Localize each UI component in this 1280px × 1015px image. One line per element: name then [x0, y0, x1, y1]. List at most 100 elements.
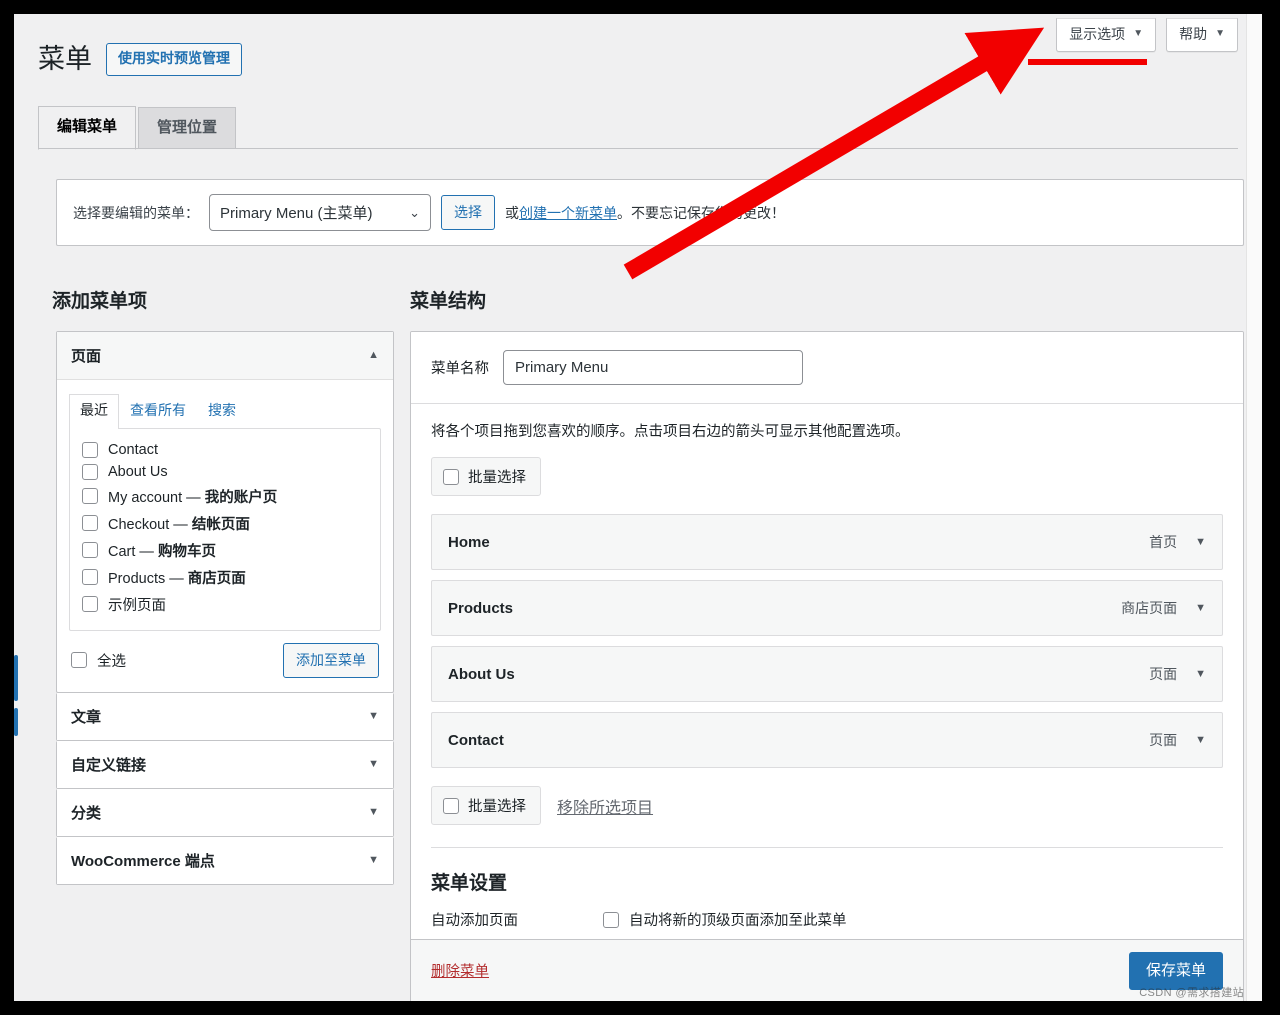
chevron-down-icon[interactable]: ▼: [1195, 602, 1206, 614]
woocommerce-endpoints-panel-header[interactable]: WooCommerce 端点 ▼: [57, 836, 393, 884]
chevron-up-icon[interactable]: ▲: [368, 350, 379, 361]
show-options-button[interactable]: 显示选项 ▼: [1056, 18, 1157, 52]
menu-item-row[interactable]: About Us 页面 ▼: [431, 646, 1223, 702]
menu-select-value: Primary Menu (主菜单): [220, 205, 373, 222]
page-checkbox[interactable]: [82, 515, 98, 532]
manage-with-live-preview-button[interactable]: 使用实时预览管理: [106, 43, 242, 76]
menu-structure-panel: 菜单名称 将各个项目拖到您喜欢的顺序。点击项目右边的箭头可显示其他配置选项。 批…: [410, 331, 1244, 959]
create-new-menu-link[interactable]: 创建一个新菜单: [519, 205, 617, 221]
menu-name-input[interactable]: [503, 350, 803, 385]
menu-item-row[interactable]: Contact 页面 ▼: [431, 712, 1223, 768]
pages-tab-view-all[interactable]: 查看所有: [119, 394, 197, 428]
chevron-down-icon[interactable]: ▼: [1195, 536, 1206, 548]
tab-divider: [38, 148, 1238, 149]
menu-item-type: 商店页面: [1121, 600, 1178, 616]
chevron-down-icon[interactable]: ▼: [368, 806, 379, 818]
page-checkbox[interactable]: [82, 596, 98, 613]
pages-tab-recent[interactable]: 最近: [69, 394, 119, 429]
menu-item-row[interactable]: Home 首页 ▼: [431, 514, 1223, 570]
custom-links-panel-title: 自定义链接: [71, 756, 147, 774]
categories-panel: 分类 ▼: [56, 788, 394, 837]
page-label: About Us: [108, 463, 168, 480]
tab-edit-menus[interactable]: 编辑菜单: [38, 106, 137, 150]
page-checkbox[interactable]: [82, 542, 98, 559]
watermark: CSDN @需求搭建站: [1139, 987, 1244, 999]
list-item[interactable]: Products — 商店页面: [82, 564, 368, 591]
page-header: 菜单 使用实时预览管理: [38, 42, 242, 77]
help-button[interactable]: 帮助 ▼: [1166, 18, 1238, 52]
menu-select-dropdown[interactable]: Primary Menu (主菜单) ⌄: [209, 194, 431, 231]
menu-item-type: 页面: [1149, 666, 1178, 682]
page-label: Cart — 购物车页: [108, 543, 216, 560]
page-checkbox[interactable]: [82, 463, 98, 480]
select-all-checkbox[interactable]: [71, 652, 87, 669]
bulk-select-toggle-bottom[interactable]: 批量选择: [431, 786, 541, 825]
menu-selector-label: 选择要编辑的菜单：: [73, 204, 199, 221]
menu-name-label: 菜单名称: [431, 361, 489, 377]
bulk-select-checkbox[interactable]: [443, 797, 459, 814]
list-item[interactable]: Contact: [82, 439, 368, 461]
chevron-down-icon: ⌄: [409, 204, 420, 220]
chevron-down-icon[interactable]: ▼: [1195, 734, 1206, 746]
list-item[interactable]: Checkout — 结帐页面: [82, 510, 368, 537]
auto-add-pages-option[interactable]: 自动将新的顶级页面添加至此菜单: [603, 909, 847, 930]
menu-settings-heading: 菜单设置: [431, 873, 508, 894]
pages-panel-title: 页面: [71, 348, 102, 365]
chevron-down-icon[interactable]: ▼: [368, 758, 379, 770]
page-checkbox[interactable]: [82, 441, 98, 458]
pages-panel-body: 最近 查看所有 搜索 Contact About Us My account —…: [57, 380, 393, 692]
add-menu-items-heading: 添加菜单项: [52, 291, 148, 312]
bulk-select-toggle-top[interactable]: 批量选择: [431, 457, 541, 496]
bulk-select-checkbox[interactable]: [443, 468, 459, 485]
chevron-down-icon[interactable]: ▼: [1195, 668, 1206, 680]
bulk-actions-row: 批量选择 移除所选项目: [431, 786, 1223, 825]
woocommerce-endpoints-panel: WooCommerce 端点 ▼: [56, 836, 394, 885]
page-label: 示例页面: [108, 597, 166, 614]
menu-structure-body: 将各个项目拖到您喜欢的顺序。点击项目右边的箭头可显示其他配置选项。 批量选择 H…: [411, 404, 1243, 958]
page-scrollbar[interactable]: [1246, 14, 1262, 1001]
nav-tabs: 编辑菜单 管理位置: [38, 106, 238, 150]
woocommerce-endpoints-panel-title: WooCommerce 端点: [71, 852, 215, 870]
list-item[interactable]: My account — 我的账户页: [82, 483, 368, 510]
list-item[interactable]: 示例页面: [82, 591, 368, 618]
wordpress-admin-screen: 显示选项 ▼ 帮助 ▼ 菜单 使用实时预览管理 编辑菜单 管理位置 选择要编辑的…: [14, 14, 1262, 1001]
menu-item-meta: 首页 ▼: [1149, 532, 1206, 552]
menu-actions-footer: 删除菜单 保存菜单: [410, 939, 1244, 1001]
screen-meta-links: 显示选项 ▼ 帮助 ▼: [1056, 18, 1238, 52]
page-label: Contact: [108, 441, 158, 458]
show-options-label: 显示选项: [1069, 26, 1126, 42]
chevron-down-icon[interactable]: ▼: [368, 854, 379, 866]
chevron-down-icon[interactable]: ▼: [368, 710, 379, 722]
or-text: 或: [505, 204, 519, 221]
page-title: 菜单: [38, 44, 92, 74]
pages-panel-footer: 全选 添加至菜单: [69, 631, 381, 680]
chevron-down-icon: ▼: [1133, 28, 1144, 40]
custom-links-panel-header[interactable]: 自定义链接 ▼: [57, 740, 393, 788]
menu-item-row[interactable]: Products 商店页面 ▼: [431, 580, 1223, 636]
pages-panel-header[interactable]: 页面 ▲: [57, 332, 393, 380]
drag-hint-text: 将各个项目拖到您喜欢的顺序。点击项目右边的箭头可显示其他配置选项。: [431, 424, 910, 440]
add-menu-items-column: 页面 ▲ 最近 查看所有 搜索 Contact About Us My acco…: [56, 331, 394, 885]
posts-panel: 文章 ▼: [56, 692, 394, 741]
select-all-row[interactable]: 全选: [71, 650, 126, 671]
pages-checklist[interactable]: Contact About Us My account — 我的账户页 Chec…: [69, 427, 381, 631]
menu-structure-heading: 菜单结构: [410, 291, 487, 312]
pages-tab-search[interactable]: 搜索: [197, 394, 247, 428]
page-label: My account — 我的账户页: [108, 489, 278, 506]
menu-item-meta: 页面 ▼: [1149, 730, 1206, 750]
page-label: Checkout — 结帐页面: [108, 516, 250, 533]
add-to-menu-button[interactable]: 添加至菜单: [283, 642, 379, 678]
page-checkbox[interactable]: [82, 569, 98, 586]
auto-add-pages-checkbox[interactable]: [603, 911, 619, 928]
tab-manage-locations[interactable]: 管理位置: [138, 107, 237, 149]
settings-divider: [431, 847, 1223, 848]
select-menu-button[interactable]: 选择: [441, 195, 495, 230]
delete-menu-link[interactable]: 删除菜单: [431, 960, 489, 981]
list-item[interactable]: About Us: [82, 461, 368, 483]
list-item[interactable]: Cart — 购物车页: [82, 537, 368, 564]
page-checkbox[interactable]: [82, 488, 98, 505]
categories-panel-header[interactable]: 分类 ▼: [57, 788, 393, 836]
menu-item-meta: 商店页面 ▼: [1121, 598, 1206, 618]
posts-panel-header[interactable]: 文章 ▼: [57, 692, 393, 740]
remove-selected-items-link[interactable]: 移除所选项目: [557, 794, 653, 818]
